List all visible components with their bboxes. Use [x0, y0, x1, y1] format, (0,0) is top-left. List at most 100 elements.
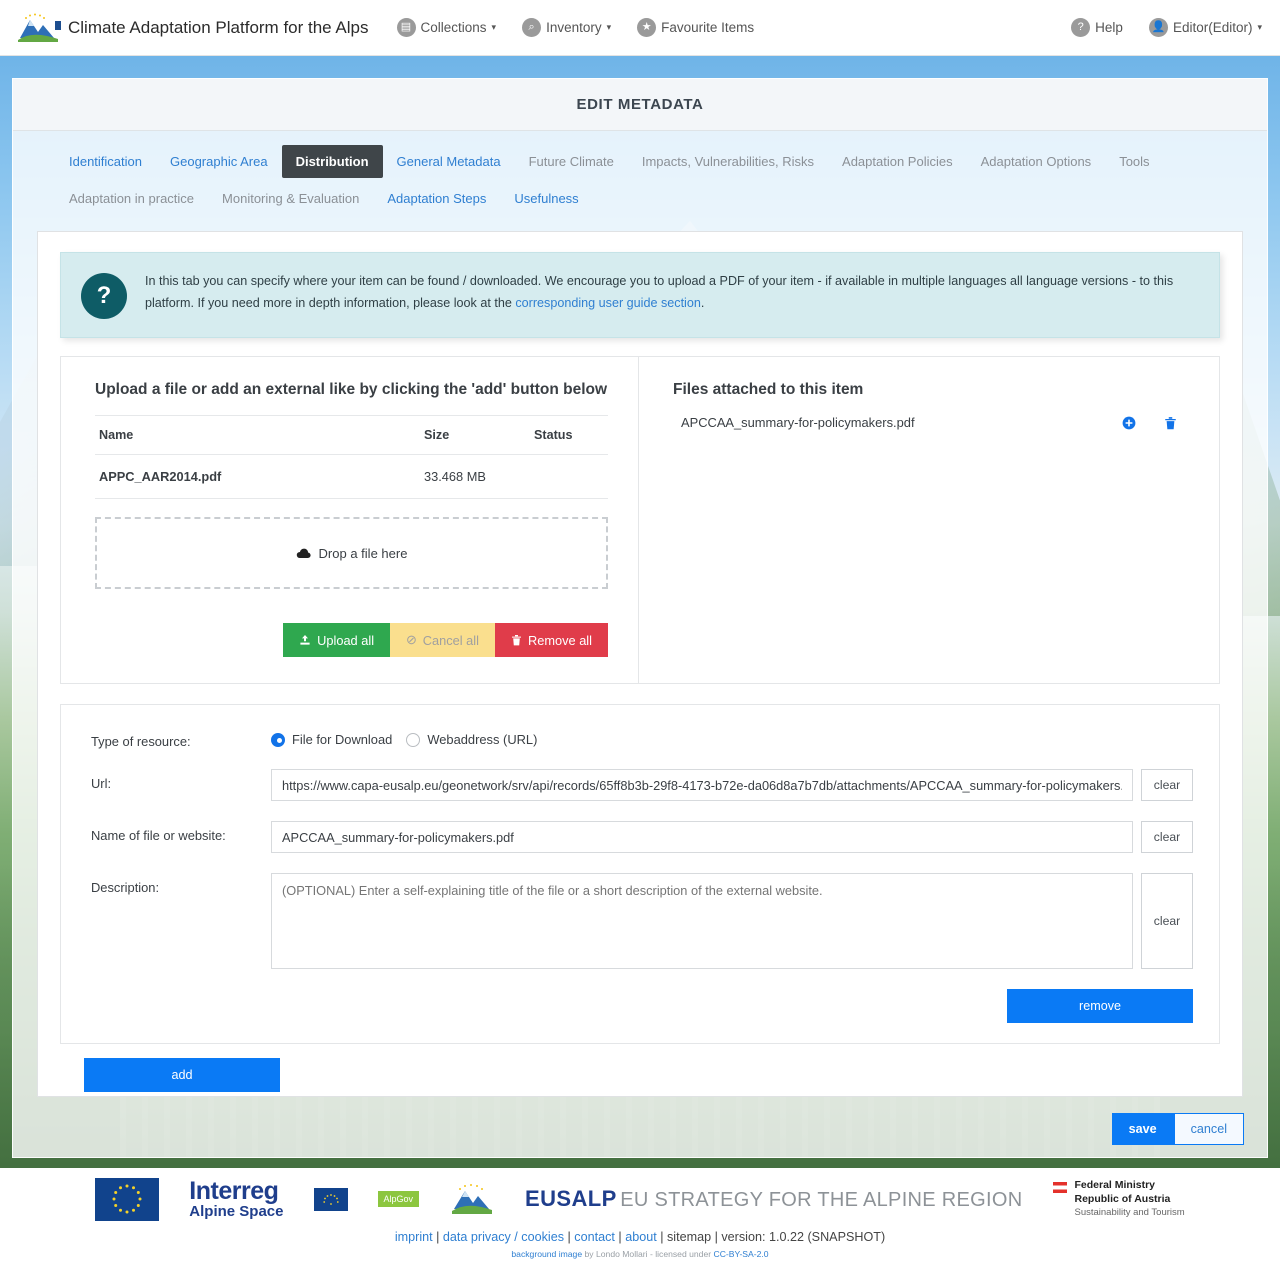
star-icon: ★: [637, 18, 656, 37]
radio-dot-selected-icon: [271, 733, 285, 747]
eusalp-wordmark: EUSALP EU STRATEGY FOR THE ALPINE REGION: [525, 1186, 1022, 1212]
search-circle-icon: ⌕: [522, 18, 541, 37]
tab-adaptation-policies[interactable]: Adaptation Policies: [828, 145, 967, 178]
clear-description-button[interactable]: clear: [1141, 873, 1193, 969]
footer-link-data-privacy[interactable]: data privacy / cookies: [443, 1230, 564, 1244]
name-input[interactable]: [271, 821, 1133, 853]
add-button[interactable]: add: [84, 1058, 280, 1092]
trash-icon[interactable]: [1164, 416, 1177, 430]
eu-flag-logo: [95, 1178, 159, 1221]
description-row: Description: clear: [91, 873, 1193, 969]
file-size-cell: 33.468 MB: [420, 455, 530, 499]
tab-adaptation-in-practice[interactable]: Adaptation in practice: [55, 182, 208, 215]
table-row: APPC_AAR2014.pdf 33.468 MB: [95, 455, 608, 499]
remove-row: remove: [91, 989, 1193, 1023]
name-input-group: clear: [271, 821, 1193, 853]
type-of-resource-radios: File for Download Webaddress (URL): [271, 727, 537, 747]
footer-link-contact[interactable]: contact: [574, 1230, 615, 1244]
tab-identification[interactable]: Identification: [55, 145, 156, 178]
url-input-group: clear: [271, 769, 1193, 801]
user-guide-link[interactable]: corresponding user guide section: [515, 296, 701, 310]
upload-section: Upload a file or add an external like by…: [60, 356, 1220, 684]
brand[interactable]: Climate Adaptation Platform for the Alps: [16, 13, 369, 43]
remove-all-button[interactable]: Remove all: [495, 623, 608, 657]
upload-icon: [299, 634, 311, 646]
nav-item-collections[interactable]: ▤ Collections ▾: [397, 18, 497, 37]
brand-title: Climate Adaptation Platform for the Alps: [68, 18, 369, 38]
cloud-upload-icon: [296, 547, 311, 559]
sep-2: |: [564, 1230, 574, 1244]
tab-usefulness[interactable]: Usefulness: [500, 182, 592, 215]
upload-all-label: Upload all: [317, 633, 374, 648]
info-banner-text: In this tab you can specify where your i…: [145, 271, 1199, 314]
dropzone-label: Drop a file here: [319, 546, 408, 561]
remove-button[interactable]: remove: [1007, 989, 1193, 1023]
upload-file-table: Name Size Status APPC_AAR2014.pdf 33.468…: [95, 415, 608, 499]
url-label: Url:: [91, 769, 271, 791]
edit-metadata-panel: EDIT METADATA Identification Geographic …: [12, 78, 1268, 1158]
sep-3: |: [615, 1230, 625, 1244]
cancel-button[interactable]: cancel: [1174, 1113, 1244, 1145]
nav-item-help[interactable]: ? Help: [1071, 18, 1123, 37]
nav-item-user-menu[interactable]: 👤 Editor(Editor) ▾: [1149, 18, 1262, 37]
tab-distribution[interactable]: Distribution: [282, 145, 383, 178]
user-circle-icon: 👤: [1149, 18, 1168, 37]
upload-all-button[interactable]: Upload all: [283, 623, 390, 657]
nav-item-inventory[interactable]: ⌕ Inventory ▾: [522, 18, 611, 37]
footer-link-imprint[interactable]: imprint: [395, 1230, 433, 1244]
tab-adaptation-options[interactable]: Adaptation Options: [967, 145, 1106, 178]
clear-url-button[interactable]: clear: [1141, 769, 1193, 801]
nav-label-favourite-items: Favourite Items: [661, 20, 754, 35]
column-header-size: Size: [420, 416, 530, 455]
attached-files-title: Files attached to this item: [673, 379, 1189, 401]
tab-row-primary: Identification Geographic Area Distribut…: [55, 145, 1225, 178]
cancel-all-button[interactable]: ⊘ Cancel all: [390, 623, 495, 657]
info-text-after: .: [701, 296, 705, 310]
top-navigation-bar: Climate Adaptation Platform for the Alps…: [0, 0, 1280, 56]
tab-monitoring-evaluation[interactable]: Monitoring & Evaluation: [208, 182, 373, 215]
interreg-line1: Interreg: [189, 1178, 283, 1204]
description-textarea[interactable]: [271, 873, 1133, 969]
tab-geographic-area[interactable]: Geographic Area: [156, 145, 282, 178]
main-nav-items: ▤ Collections ▾ ⌕ Inventory ▾ ★ Favourit…: [397, 18, 755, 37]
tab-future-climate[interactable]: Future Climate: [515, 145, 628, 178]
description-input-group: clear: [271, 873, 1193, 969]
save-cancel-bar: save cancel: [12, 1100, 1268, 1158]
sep-4: |: [657, 1230, 667, 1244]
upload-section-title: Upload a file or add an external like by…: [95, 379, 608, 401]
column-header-status: Status: [530, 416, 608, 455]
file-dropzone[interactable]: Drop a file here: [95, 517, 608, 589]
nav-right-items: ? Help 👤 Editor(Editor) ▾: [1071, 18, 1262, 37]
tab-general-metadata[interactable]: General Metadata: [383, 145, 515, 178]
nav-label-inventory: Inventory: [546, 20, 602, 35]
credit-link-license[interactable]: CC-BY-SA-2.0: [714, 1249, 769, 1259]
list-item: APCCAA_summary-for-policymakers.pdf: [673, 415, 1189, 430]
tab-tools[interactable]: Tools: [1105, 145, 1163, 178]
distribution-tab-content: ? In this tab you can specify where your…: [37, 231, 1243, 1097]
plus-circle-icon[interactable]: [1122, 416, 1136, 430]
eusalp-name: EUSALP: [525, 1186, 617, 1211]
save-button[interactable]: save: [1112, 1113, 1174, 1145]
url-input[interactable]: [271, 769, 1133, 801]
question-circle-icon: ?: [1071, 18, 1090, 37]
chevron-down-icon: ▾: [1257, 22, 1262, 33]
tab-impacts-vulnerabilities-risks[interactable]: Impacts, Vulnerabilities, Risks: [628, 145, 828, 178]
attached-file-actions: [1122, 416, 1189, 430]
add-row: add: [84, 1058, 1220, 1092]
radio-dot-icon: [406, 733, 420, 747]
column-header-name: Name: [95, 416, 420, 455]
page-footer: Interreg Alpine Space AlpGov: [0, 1168, 1280, 1274]
footer-image-credit: background image by Londo Mollari - lice…: [0, 1249, 1280, 1259]
tab-adaptation-steps[interactable]: Adaptation Steps: [373, 182, 500, 215]
austria-flag-icon: [1053, 1182, 1067, 1193]
tab-navigation: Identification Geographic Area Distribut…: [13, 131, 1267, 221]
interreg-line2: Alpine Space: [189, 1204, 283, 1220]
footer-link-about[interactable]: about: [625, 1230, 657, 1244]
clear-name-button[interactable]: clear: [1141, 821, 1193, 853]
radio-webaddress-url[interactable]: Webaddress (URL): [406, 732, 537, 747]
nav-item-favourite-items[interactable]: ★ Favourite Items: [637, 18, 754, 37]
credit-link-background-image[interactable]: background image: [511, 1249, 582, 1259]
type-of-resource-label: Type of resource:: [91, 727, 271, 749]
austria-line1: Federal Ministry: [1075, 1179, 1185, 1193]
radio-file-for-download[interactable]: File for Download: [271, 732, 392, 747]
